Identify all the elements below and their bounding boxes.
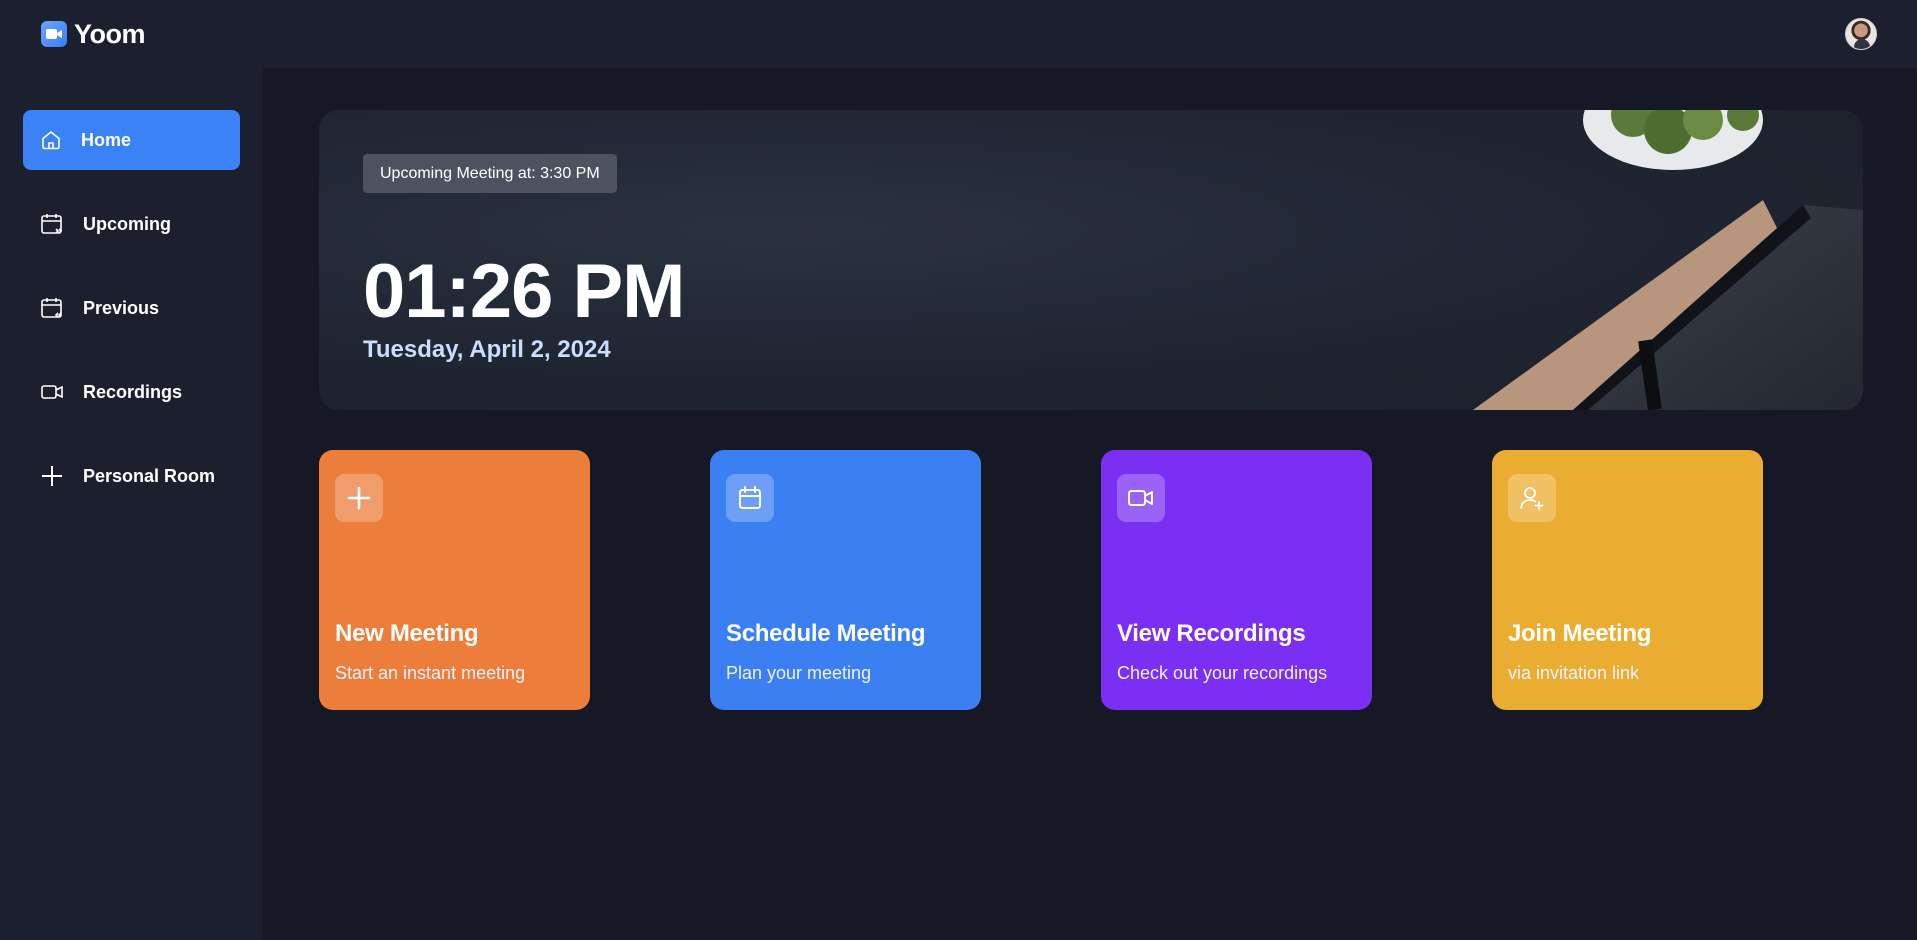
calendar-upcoming-icon xyxy=(41,214,63,234)
calendar-previous-icon xyxy=(41,298,62,318)
join-meeting-card[interactable]: Join Meeting via invitation link xyxy=(1492,450,1763,710)
sidebar-item-previous[interactable]: Previous xyxy=(23,278,240,338)
app-logo[interactable]: Yoom xyxy=(41,18,146,50)
card-subtitle: via invitation link xyxy=(1508,663,1640,683)
current-date: Tuesday, April 2, 2024 xyxy=(363,336,611,363)
sidebar-item-label: Personal Room xyxy=(83,465,216,486)
video-icon xyxy=(41,385,63,399)
card-subtitle: Check out your recordings xyxy=(1117,663,1328,683)
card-subtitle: Plan your meeting xyxy=(726,663,872,683)
sidebar-item-label: Home xyxy=(81,129,132,150)
view-recordings-card[interactable]: View Recordings Check out your recording… xyxy=(1101,450,1372,710)
plus-icon xyxy=(42,466,62,486)
sidebar-item-upcoming[interactable]: Upcoming xyxy=(23,194,240,254)
sidebar-item-personal-room[interactable]: Personal Room xyxy=(23,446,240,506)
plus-icon xyxy=(335,474,383,522)
video-icon xyxy=(1117,474,1165,522)
app-name: Yoom xyxy=(74,18,146,49)
home-icon xyxy=(42,130,60,150)
sidebar-item-label: Upcoming xyxy=(83,213,171,234)
video-camera-logo-icon xyxy=(41,21,67,47)
desk-photo-decoration xyxy=(1473,110,1863,410)
main-content: Upcoming Meeting at: 3:30 PM 01:26 PM Tu… xyxy=(263,68,1917,940)
sidebar-item-recordings[interactable]: Recordings xyxy=(23,362,240,422)
hero-banner: Upcoming Meeting at: 3:30 PM 01:26 PM Tu… xyxy=(319,110,1863,410)
current-time: 01:26 PM xyxy=(363,249,685,334)
calendar-icon xyxy=(726,474,774,522)
card-title: Join Meeting xyxy=(1508,620,1652,647)
card-title: Schedule Meeting xyxy=(726,620,926,647)
card-title: View Recordings xyxy=(1117,620,1306,647)
sidebar-item-label: Recordings xyxy=(83,381,183,402)
card-title: New Meeting xyxy=(335,620,479,647)
new-meeting-card[interactable]: New Meeting Start an instant meeting xyxy=(319,450,590,710)
card-subtitle: Start an instant meeting xyxy=(335,663,526,683)
sidebar: Home Upcoming Previous Recordings Person… xyxy=(0,68,263,940)
user-plus-icon xyxy=(1508,474,1556,522)
user-avatar[interactable] xyxy=(1845,18,1877,50)
sidebar-item-home[interactable]: Home xyxy=(23,110,240,170)
schedule-meeting-card[interactable]: Schedule Meeting Plan your meeting xyxy=(710,450,981,710)
sidebar-item-label: Previous xyxy=(83,297,160,318)
top-navbar: Yoom xyxy=(0,0,1917,68)
upcoming-meeting-badge: Upcoming Meeting at: 3:30 PM xyxy=(363,154,617,193)
